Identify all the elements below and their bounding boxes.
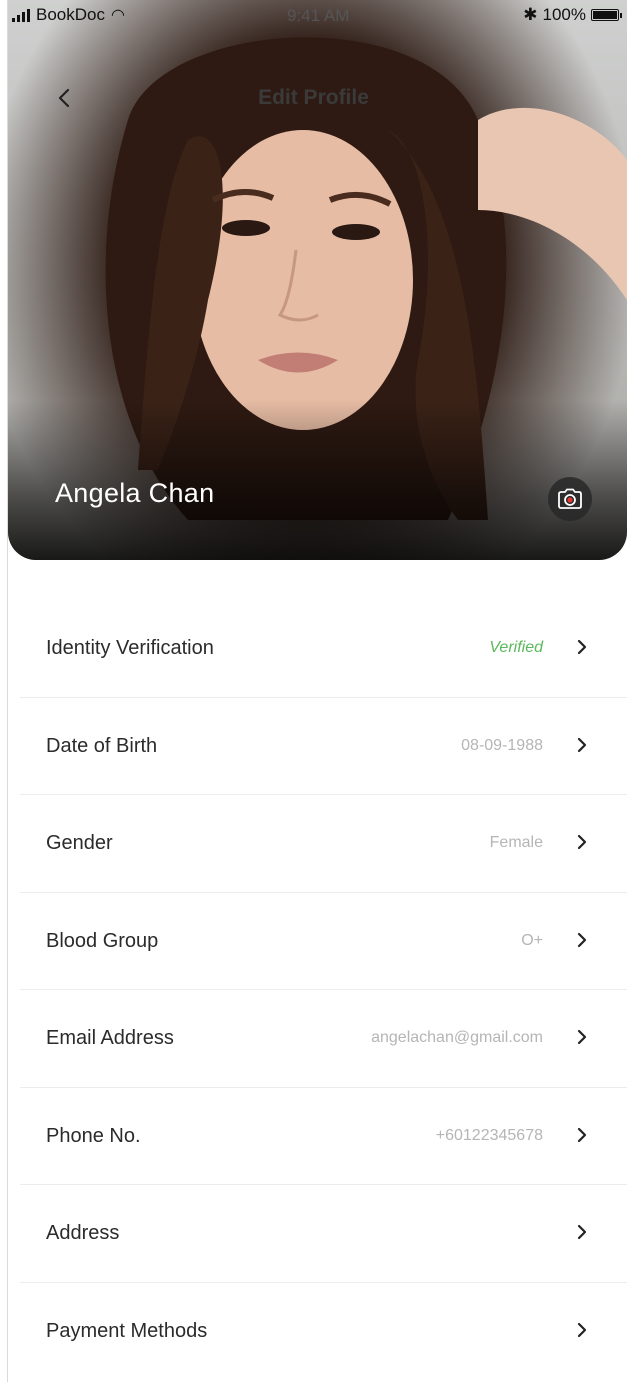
row-label: Date of Birth: [46, 734, 158, 757]
portrait-illustration: [105, 37, 627, 520]
settings-row-payment-methods[interactable]: Payment Methods: [20, 1283, 627, 1381]
row-value: 08-09-1988: [461, 736, 543, 754]
row-label: Gender: [46, 832, 113, 854]
settings-row-address[interactable]: Address: [20, 1185, 627, 1283]
row-value: Female: [489, 834, 543, 851]
battery-percent: 100%: [542, 5, 586, 24]
settings-row-blood-group[interactable]: Blood Group O+: [20, 893, 627, 990]
chevron-right-icon: [575, 831, 589, 853]
chevron-right-icon: [575, 1221, 589, 1243]
row-label: Email Address: [46, 1027, 174, 1049]
battery-icon: [591, 9, 622, 21]
signal-icon: [12, 8, 30, 22]
chevron-right-icon: [575, 929, 589, 951]
row-value: O+: [521, 931, 543, 949]
chevron-right-icon: [575, 636, 589, 658]
wifi-icon: ◠: [110, 7, 125, 24]
row-label: Identity Verification: [46, 637, 214, 659]
row-label: Payment Methods: [46, 1319, 208, 1342]
status-right: ✱ 100%: [523, 5, 622, 25]
settings-row-gender[interactable]: Gender Female: [20, 795, 627, 893]
chevron-right-icon: [575, 734, 589, 756]
settings-row-date-of-birth[interactable]: Date of Birth 08-09-1988: [20, 698, 627, 795]
change-photo-button[interactable]: [548, 477, 592, 521]
verification-status: Verified: [489, 639, 543, 656]
settings-row-email-address[interactable]: Email Address angelachan@gmail.com: [20, 990, 627, 1088]
page-title: Edit Profile: [258, 86, 369, 109]
profile-settings-list: Identity Verification Verified Date of B…: [20, 600, 627, 1380]
row-label: Address: [46, 1222, 120, 1244]
bluetooth-icon: ✱: [523, 5, 538, 24]
settings-row-phone-no[interactable]: Phone No. +60122345678: [20, 1088, 627, 1185]
row-label: Blood Group: [46, 929, 159, 952]
row-label: Phone No.: [46, 1124, 141, 1147]
row-value: +60122345678: [435, 1126, 543, 1144]
status-left: BookDoc ◠: [12, 5, 125, 25]
carrier-label: BookDoc: [36, 5, 105, 24]
status-time: 9:41 AM: [287, 6, 350, 25]
profile-photo: [8, 0, 627, 560]
settings-row-identity-verification[interactable]: Identity Verification Verified: [20, 600, 627, 698]
status-bar: BookDoc ◠ 9:41 AM ✱ 100%: [0, 0, 627, 30]
camera-icon: [558, 488, 582, 509]
chevron-right-icon: [575, 1026, 589, 1048]
chevron-right-icon: [575, 1124, 589, 1146]
chevron-right-icon: [575, 1319, 589, 1341]
row-value: angelachan@gmail.com: [371, 1029, 543, 1046]
profile-name: Angela Chan: [55, 478, 215, 508]
